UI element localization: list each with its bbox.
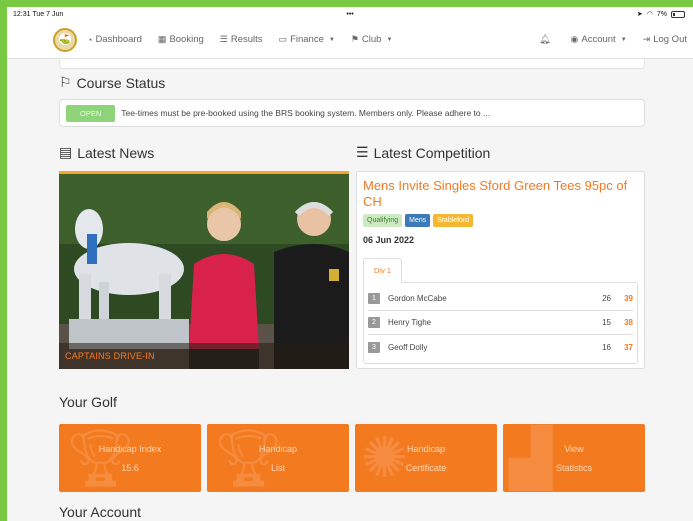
nav-logout-label: Log Out <box>653 34 687 45</box>
tile-value: Statistics <box>555 462 592 473</box>
tab-div-1[interactable]: Div 1 <box>363 258 403 283</box>
your-golf-heading: Your Golf <box>59 394 117 410</box>
player-name: Geoff Dolly <box>388 342 428 352</box>
competition-date: 06 Jun 2022 <box>363 235 415 245</box>
nav-booking[interactable]: ▦ Booking <box>158 34 204 45</box>
caret-down-icon: ▼ <box>386 36 393 43</box>
tag-stableford: Stableford <box>433 214 474 227</box>
ios-status-bar: 12:31 Tue 7 Jun ••• ➤ ◠ 7% <box>7 7 693 21</box>
trophy-icon: 🏆︎ <box>213 426 285 489</box>
tag-mens: Mens <box>405 214 431 227</box>
battery-percent: 7% <box>656 10 667 18</box>
wifi-icon: ◠ <box>646 11 653 18</box>
nav-dashboard[interactable]: ◔ Dashboard <box>87 34 142 45</box>
status-indicators: ➤ ◠ 7% <box>637 10 685 18</box>
competition-name-link[interactable]: Mens Invite Singles Sford Green Tees 95p… <box>363 178 638 210</box>
results-table: 1 Gordon McCabe 26 39 2 Henry Tighe 15 3… <box>363 282 638 364</box>
table-row[interactable]: 2 Henry Tighe 15 38 <box>368 311 633 335</box>
logo-crest-icon: ⛳ <box>59 34 71 44</box>
handicap-index-tile[interactable]: 🏆︎ Handicap Index 15.6 <box>59 424 201 492</box>
nav-booking-label: Booking <box>169 34 204 45</box>
card-icon: ▭ <box>278 34 288 44</box>
multitask-dots[interactable]: ••• <box>346 11 353 18</box>
your-account-heading: Your Account <box>59 504 141 520</box>
table-row[interactable]: 1 Gordon McCabe 26 39 <box>368 287 633 311</box>
player-handicap: 26 <box>602 294 611 303</box>
calendar-icon: ▦ <box>157 34 167 44</box>
list-ol-icon: ☰ <box>356 144 369 160</box>
tachometer-icon: ◔ <box>87 34 93 45</box>
logout-icon: ⇥ <box>642 34 651 44</box>
nav-finance-dropdown[interactable]: ▭ Finance ▼ <box>279 34 335 45</box>
tile-value: Certificate <box>405 462 447 473</box>
nav-club-dropdown[interactable]: ⚑ Club ▼ <box>351 34 393 45</box>
tile-label: Handicap <box>406 443 446 454</box>
flag-icon: ⚑ <box>350 34 359 44</box>
handicap-certificate-tile[interactable]: ✺ Handicap Certificate <box>355 424 497 492</box>
notifications-bell[interactable]: 🔔︎ <box>539 34 550 45</box>
tile-label: Handicap <box>258 443 298 454</box>
nav-finance-label: Finance <box>290 34 324 45</box>
player-handicap: 16 <box>602 342 611 352</box>
tile-value: List <box>270 462 285 473</box>
table-row[interactable]: 3 Geoff Dolly 16 37 <box>368 335 633 359</box>
certificate-icon: ✺ <box>361 426 408 489</box>
position-badge: 1 <box>368 293 380 304</box>
ipad-screen: 12:31 Tue 7 Jun ••• ➤ ◠ 7% ⛳ ◔ Dashboard… <box>7 7 693 521</box>
player-points: 39 <box>624 294 633 303</box>
handicap-list-tile[interactable]: 🏆︎ Handicap List <box>207 424 349 492</box>
flag-outline-icon: ⚐ <box>59 74 72 90</box>
status-badge: OPEN <box>66 104 116 122</box>
nav-club-label: Club <box>361 34 382 45</box>
player-handicap: 15 <box>602 318 611 327</box>
latest-news-heading: ▤ Latest News <box>59 144 349 161</box>
tile-label: Handicap Index <box>98 443 162 454</box>
player-points: 38 <box>624 318 633 327</box>
course-status-message: Tee-times must be pre-booked using the B… <box>121 108 491 118</box>
player-name: Henry Tighe <box>388 318 432 327</box>
trophy-icon: 🏆︎ <box>65 426 137 489</box>
player-name: Gordon McCabe <box>388 294 447 303</box>
caret-down-icon: ▼ <box>328 36 335 43</box>
user-circle-icon: ◉ <box>570 34 579 44</box>
list-icon: ☰ <box>219 34 228 44</box>
nav-account-label: Account <box>581 34 616 45</box>
status-date: Tue 7 Jun <box>32 10 64 18</box>
previous-panel-bottom <box>59 59 645 69</box>
course-status-box: OPEN Tee-times must be pre-booked using … <box>59 99 645 127</box>
competition-panel: Mens Invite Singles Sford Green Tees 95p… <box>356 171 645 369</box>
view-statistics-tile[interactable]: ▟ View Statistics <box>503 424 645 492</box>
tile-value: 15.6 <box>121 462 139 473</box>
club-logo[interactable]: ⛳ <box>53 27 77 52</box>
top-navbar: ⛳ ◔ Dashboard ▦ Booking ☰ Results ▭ Fina… <box>7 21 693 59</box>
tile-label: View <box>564 443 584 454</box>
latest-competition-heading: ☰ Latest Competition <box>356 144 645 161</box>
tag-qualifying: Qualifying <box>363 214 403 227</box>
latest-news-title: Latest News <box>77 144 155 161</box>
nav-results-label: Results <box>230 34 263 45</box>
latest-competition-title: Latest Competition <box>373 144 491 161</box>
location-icon: ➤ <box>636 11 643 18</box>
newspaper-icon: ▤ <box>59 144 73 160</box>
bell-icon: 🔔︎ <box>539 34 551 44</box>
news-caption[interactable]: CAPTAINS DRIVE-IN <box>59 343 349 369</box>
status-time-date: 12:31 Tue 7 Jun <box>13 11 63 18</box>
news-photo <box>59 174 349 369</box>
caret-down-icon: ▼ <box>620 36 627 43</box>
player-points: 37 <box>624 342 633 352</box>
position-badge: 2 <box>368 317 380 328</box>
status-time: 12:31 <box>13 10 31 18</box>
nav-logout[interactable]: ⇥ Log Out <box>643 34 687 45</box>
nav-dashboard-label: Dashboard <box>95 34 142 45</box>
nav-account-dropdown[interactable]: ◉ Account ▼ <box>571 34 627 45</box>
news-article-image[interactable]: CAPTAINS DRIVE-IN <box>59 171 349 369</box>
course-status-title: Course Status <box>76 74 166 91</box>
position-badge: 3 <box>368 341 380 353</box>
competition-tags: Qualifying Mens Stableford <box>363 214 638 227</box>
course-status-heading: ⚐ Course Status <box>59 74 645 91</box>
battery-icon <box>670 10 685 18</box>
bar-chart-icon: ▟ <box>509 426 553 489</box>
nav-results[interactable]: ☰ Results <box>220 34 263 45</box>
